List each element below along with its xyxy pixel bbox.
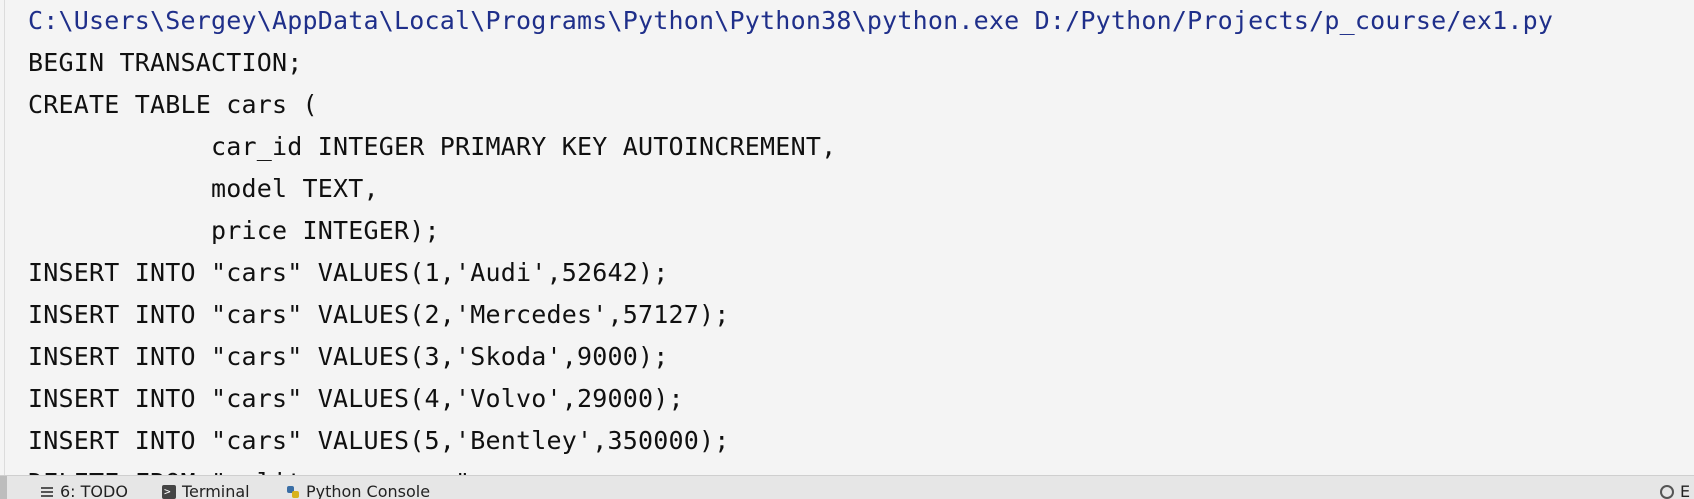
event-log-tab[interactable]: E bbox=[1660, 482, 1690, 499]
console-line: INSERT INTO "cars" VALUES(3,'Skoda',9000… bbox=[28, 342, 669, 371]
console-line: INSERT INTO "cars" VALUES(2,'Mercedes',5… bbox=[28, 300, 730, 329]
console-line: BEGIN TRANSACTION; bbox=[28, 48, 303, 77]
terminal-icon bbox=[162, 482, 176, 499]
console-line: price INTEGER); bbox=[28, 216, 440, 245]
console-line-command: C:\Users\Sergey\AppData\Local\Programs\P… bbox=[28, 6, 1554, 35]
list-icon bbox=[40, 485, 54, 499]
console-output: C:\Users\Sergey\AppData\Local\Programs\P… bbox=[28, 0, 1553, 475]
event-log-icon bbox=[1660, 485, 1674, 499]
python-console-tab-label: Python Console bbox=[306, 482, 431, 499]
python-console-tab[interactable]: Python Console bbox=[286, 482, 430, 499]
console-line: car_id INTEGER PRIMARY KEY AUTOINCREMENT… bbox=[28, 132, 837, 161]
console-line: INSERT INTO "cars" VALUES(4,'Volvo',2900… bbox=[28, 384, 684, 413]
tool-window-bar: 6: TODO Terminal Python Console E bbox=[0, 475, 1694, 499]
console-line: model TEXT, bbox=[28, 174, 379, 203]
todo-tab[interactable]: 6: TODO bbox=[40, 482, 128, 499]
tool-window-corner-button[interactable] bbox=[0, 476, 7, 499]
console-line: CREATE TABLE cars ( bbox=[28, 90, 318, 119]
terminal-tab[interactable]: Terminal bbox=[162, 482, 250, 499]
terminal-tab-label: Terminal bbox=[182, 482, 250, 499]
run-console[interactable]: C:\Users\Sergey\AppData\Local\Programs\P… bbox=[0, 0, 1694, 475]
console-line: INSERT INTO "cars" VALUES(1,'Audi',52642… bbox=[28, 258, 669, 287]
console-gutter bbox=[4, 0, 5, 475]
todo-tab-label: 6: TODO bbox=[60, 482, 128, 499]
python-icon bbox=[286, 485, 300, 499]
console-line-partial: DELETE FROM "sqlite_sequence"; bbox=[28, 462, 1553, 475]
event-log-tab-label: E bbox=[1680, 482, 1691, 499]
console-line: INSERT INTO "cars" VALUES(5,'Bentley',35… bbox=[28, 426, 730, 455]
